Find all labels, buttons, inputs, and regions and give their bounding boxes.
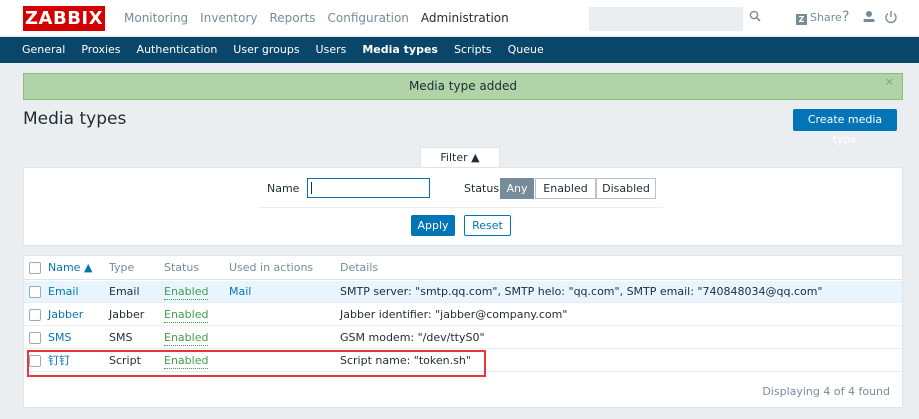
submenu-scripts[interactable]: Scripts xyxy=(446,37,500,63)
table-row: Jabber Jabber Enabled Jabber identifier:… xyxy=(24,304,902,326)
media-details: SMTP server: "smtp.qq.com", SMTP helo: "… xyxy=(340,285,823,298)
filter-status-label: Status xyxy=(464,182,500,195)
apply-button[interactable]: Apply xyxy=(411,215,455,236)
row-checkbox[interactable] xyxy=(29,332,41,344)
page-title: Media types xyxy=(23,109,127,129)
submenu-queue[interactable]: Queue xyxy=(500,37,552,63)
media-name-link[interactable]: SMS xyxy=(48,327,71,349)
table-footer-count: Displaying 4 of 4 found xyxy=(762,385,890,398)
table-row: Email Email Enabled Mail SMTP server: "s… xyxy=(24,281,902,303)
filter-panel: Name Status Any Enabled Disabled Apply R… xyxy=(23,167,903,246)
success-message: Media type added × xyxy=(23,73,903,100)
media-name-link[interactable]: Email xyxy=(48,281,79,303)
menu-reports[interactable]: Reports xyxy=(264,0,322,37)
filter-name-label: Name xyxy=(267,182,300,195)
select-all-checkbox[interactable] xyxy=(29,262,41,274)
logout-icon[interactable] xyxy=(884,9,898,25)
search-icon[interactable] xyxy=(749,10,765,26)
top-header: ZABBIX Monitoring Inventory Reports Conf… xyxy=(0,0,919,37)
media-type: Jabber xyxy=(109,308,145,321)
media-details: GSM modem: "/dev/ttyS0" xyxy=(340,331,485,344)
row-checkbox[interactable] xyxy=(29,286,41,298)
row-checkbox[interactable] xyxy=(29,309,41,321)
media-name-link[interactable]: Jabber xyxy=(48,304,83,326)
menu-inventory[interactable]: Inventory xyxy=(194,0,263,37)
user-profile-icon[interactable] xyxy=(862,9,876,25)
status-disabled-option[interactable]: Disabled xyxy=(596,178,656,199)
menu-monitoring[interactable]: Monitoring xyxy=(118,0,194,37)
header-used-in-actions: Used in actions xyxy=(229,261,314,274)
header-name[interactable]: Name ▲ xyxy=(48,256,92,280)
submenu-authentication[interactable]: Authentication xyxy=(129,37,226,63)
filter-tab[interactable]: Filter ▲ xyxy=(420,147,500,167)
submenu-users[interactable]: Users xyxy=(308,37,355,63)
share-icon: Z xyxy=(796,14,807,25)
table-header: Name ▲ Type Status Used in actions Detai… xyxy=(24,256,902,280)
highlight-annotation-box xyxy=(27,350,486,377)
admin-submenu: General Proxies Authentication User grou… xyxy=(0,37,919,63)
reset-button[interactable]: Reset xyxy=(464,215,511,236)
table-row: SMS SMS Enabled GSM modem: "/dev/ttyS0" xyxy=(24,327,902,349)
search-input[interactable] xyxy=(589,7,743,31)
status-any-option[interactable]: Any xyxy=(500,178,534,199)
header-status: Status xyxy=(164,261,200,274)
text-caret xyxy=(311,182,312,194)
submenu-general[interactable]: General xyxy=(14,37,73,63)
status-enabled-link[interactable]: Enabled xyxy=(164,308,209,323)
used-in-action-link[interactable]: Mail xyxy=(229,281,251,303)
share-link[interactable]: Z Share xyxy=(796,11,842,25)
share-label: Share xyxy=(810,11,842,24)
submenu-proxies[interactable]: Proxies xyxy=(73,37,128,63)
media-types-table: Name ▲ Type Status Used in actions Detai… xyxy=(23,255,903,408)
menu-configuration[interactable]: Configuration xyxy=(322,0,415,37)
header-type: Type xyxy=(109,261,135,274)
help-icon[interactable]: ? xyxy=(842,9,849,25)
zabbix-logo[interactable]: ZABBIX xyxy=(23,6,105,31)
status-enabled-option[interactable]: Enabled xyxy=(535,178,596,199)
submenu-media-types[interactable]: Media types xyxy=(354,37,446,63)
create-media-type-button[interactable]: Create media type xyxy=(793,109,897,146)
success-message-text: Media type added xyxy=(408,79,518,93)
submenu-user-groups[interactable]: User groups xyxy=(225,37,307,63)
status-enabled-link[interactable]: Enabled xyxy=(164,331,209,346)
filter-name-input[interactable] xyxy=(307,178,430,198)
filter-divider xyxy=(259,207,663,208)
media-type: SMS xyxy=(109,331,133,344)
menu-administration[interactable]: Administration xyxy=(415,0,515,37)
close-icon[interactable]: × xyxy=(885,69,894,94)
header-details: Details xyxy=(340,261,379,274)
status-enabled-link[interactable]: Enabled xyxy=(164,285,209,300)
media-details: Jabber identifier: "jabber@company.com" xyxy=(340,308,568,321)
main-menu: Monitoring Inventory Reports Configurati… xyxy=(118,0,515,37)
media-type: Email xyxy=(109,285,140,298)
